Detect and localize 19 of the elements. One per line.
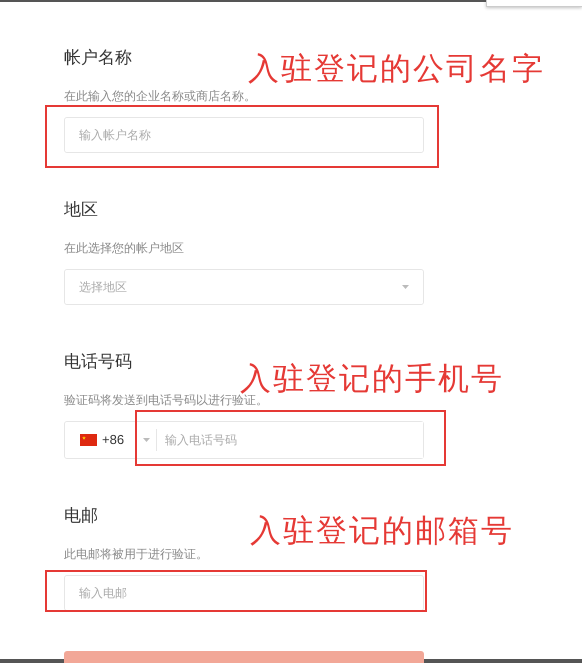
field-description: 验证码将发送到电话号码以进行验证。 (64, 393, 268, 408)
field-label: 电话号码 (64, 352, 132, 372)
field-description: 在此选择您的帐户地区 (64, 240, 184, 256)
caret-icon (143, 438, 150, 442)
country-code-select[interactable]: +86 (65, 422, 156, 458)
annotation-text: 入驻登记的手机号 (240, 364, 504, 394)
field-description: 在此输入您的企业名称或商店名称。 (64, 88, 256, 104)
field-label: 帐户名称 (64, 48, 132, 68)
field-label: 地区 (64, 200, 98, 220)
phone-field[interactable]: +86 输入电话号码 (64, 421, 424, 459)
annotation-text: 入驻登记的邮箱号 (250, 516, 514, 546)
field-label: 电邮 (64, 506, 98, 526)
input-field[interactable]: 输入电邮 (64, 575, 424, 611)
select-placeholder: 选择地区 (79, 279, 127, 296)
input-field[interactable]: 输入帐户名称 (64, 117, 424, 153)
annotation-text: 入驻登记的公司名字 (248, 54, 545, 84)
caret-icon (402, 285, 409, 289)
field-description: 此电邮将被用于进行验证。 (64, 546, 208, 562)
china-flag-icon (80, 434, 97, 446)
